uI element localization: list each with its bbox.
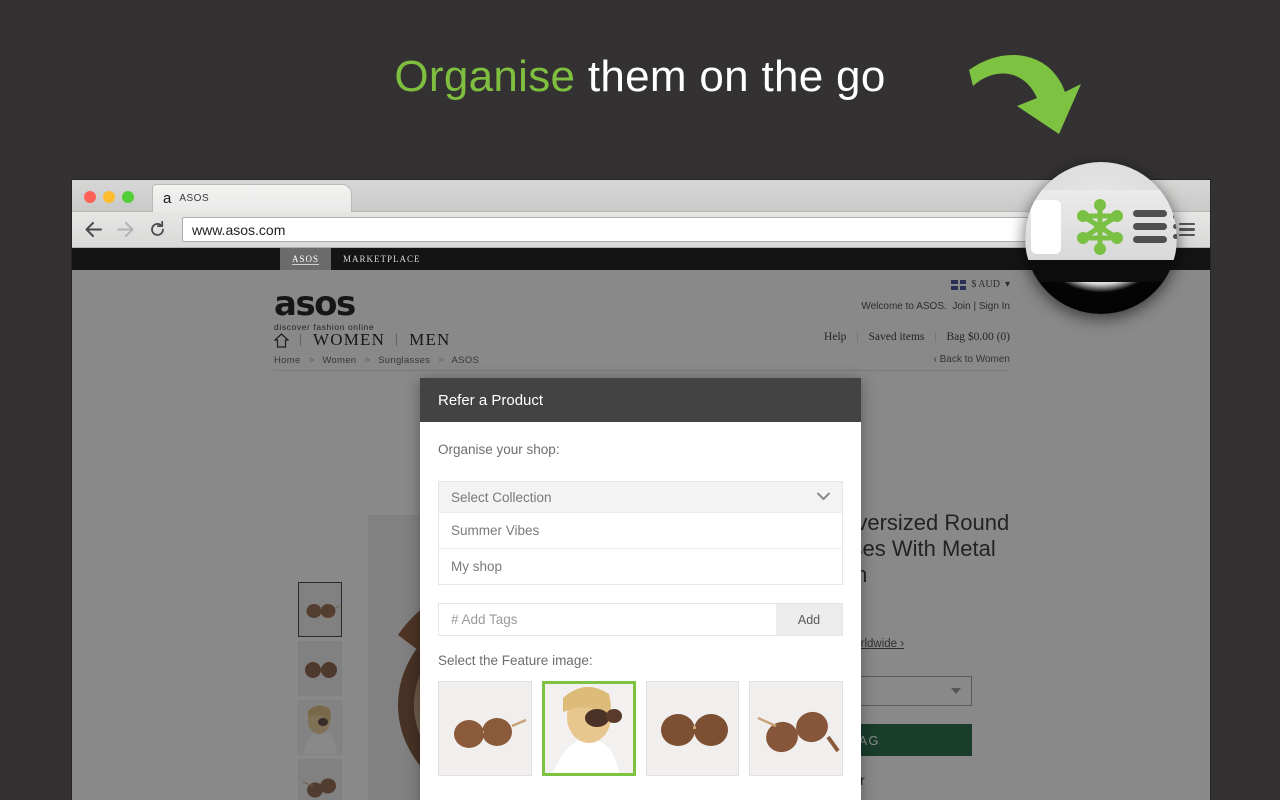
organise-label: Organise your shop: [438, 442, 560, 457]
magnifier-menu-icon-small[interactable] [1173, 214, 1177, 239]
back-button[interactable] [80, 217, 106, 243]
add-tag-label: Add [797, 612, 821, 627]
tags-placeholder: # Add Tags [451, 612, 518, 627]
browser-tab-asos[interactable]: a ASOS [152, 184, 352, 212]
collection-dropdown: Select Collection Summer Vibes My shop [438, 481, 843, 585]
feature-thumb-model-wearing-sunglasses[interactable] [541, 681, 636, 776]
promo-screenshot: Organise them on the go a ASOS www.asos.… [0, 0, 1280, 800]
window-controls[interactable] [84, 191, 134, 203]
address-bar-value: www.asos.com [192, 221, 286, 238]
forward-button[interactable] [112, 217, 138, 243]
reload-button[interactable] [144, 217, 170, 243]
collection-option-label: Summer Vibes [451, 523, 540, 538]
collection-option-summer-vibes[interactable]: Summer Vibes [439, 512, 842, 548]
chevron-down-icon [817, 490, 830, 504]
asos-page: asos discover fashion online | WOMEN | M… [72, 270, 1210, 800]
feature-image-label: Select the Feature image: [438, 653, 593, 668]
tags-input[interactable]: # Add Tags [439, 604, 776, 635]
magnifier-dark-band [1025, 260, 1177, 282]
site-tab-asos[interactable]: ASOS [280, 248, 332, 270]
minimize-window-button[interactable] [103, 191, 115, 203]
headline-rest: them on the go [575, 52, 886, 101]
feature-image-picker [438, 681, 843, 776]
magnifier-url-field [1031, 200, 1061, 254]
collection-option-label: My shop [451, 559, 503, 574]
feature-thumb-sunglasses-front-view[interactable] [645, 681, 740, 776]
magnifier-overlay [1025, 162, 1177, 314]
maximize-window-button[interactable] [122, 191, 134, 203]
magnifier-menu-icon[interactable] [1133, 210, 1167, 243]
collection-option-my-shop[interactable]: My shop [439, 548, 842, 584]
refer-product-modal: Refer a Product Organise your shop: Sele… [420, 378, 861, 800]
page-title: Organise them on the go [0, 52, 1280, 102]
site-tab-marketplace-label: MARKETPLACE [343, 254, 421, 264]
site-tab-asos-label: ASOS [292, 253, 320, 265]
modal-title: Refer a Product [438, 391, 544, 409]
modal-body: Organise your shop: Select Collection Su… [420, 422, 861, 800]
feature-thumb-sunglasses-angled-view[interactable] [749, 681, 843, 776]
collection-placeholder: Select Collection [451, 489, 552, 505]
headline-accent: Organise [394, 52, 576, 101]
tag-input-row: # Add Tags Add [438, 603, 843, 636]
add-tag-button[interactable]: Add [776, 604, 842, 635]
network-nodes-icon[interactable] [1071, 198, 1129, 256]
tab-title: ASOS [179, 193, 210, 204]
close-window-button[interactable] [84, 191, 96, 203]
tab-favicon-icon: a [163, 190, 172, 207]
collection-select-trigger[interactable]: Select Collection [439, 482, 842, 512]
modal-header: Refer a Product [420, 378, 861, 422]
address-bar[interactable]: www.asos.com [182, 217, 1162, 242]
curved-arrow-icon [969, 54, 1081, 134]
feature-thumb-sunglasses-side-view[interactable] [438, 681, 532, 776]
site-tab-marketplace[interactable]: MARKETPLACE [331, 248, 433, 270]
